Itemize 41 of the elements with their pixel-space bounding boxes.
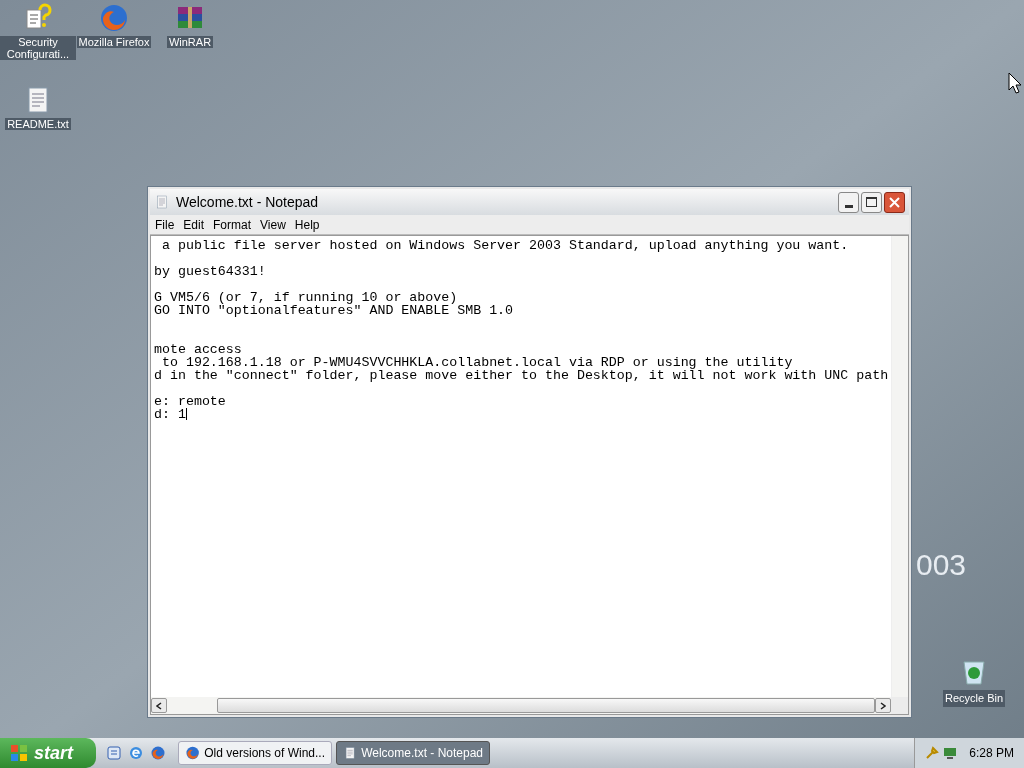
- horizontal-scrollbar[interactable]: [151, 697, 891, 714]
- minimize-icon: [844, 204, 853, 208]
- text-file-icon: [343, 745, 358, 761]
- menu-item[interactable]: File: [155, 215, 175, 234]
- taskbar-button[interactable]: Old versions of Wind...: [178, 741, 332, 765]
- window-title: Welcome.txt - Notepad: [176, 192, 319, 212]
- menu-item[interactable]: View: [260, 215, 286, 234]
- icon-label[interactable]: Security Configurati...: [0, 36, 76, 60]
- scroll-right-button[interactable]: [875, 698, 891, 713]
- globe-fox-icon: [98, 2, 130, 34]
- close-button[interactable]: [884, 191, 905, 213]
- maximize-icon: [866, 197, 877, 207]
- taskbar-button[interactable]: Welcome.txt - Notepad: [336, 741, 490, 765]
- clock[interactable]: 6:28 PM: [969, 744, 1014, 762]
- icon-label[interactable]: Mozilla Firefox: [76, 36, 152, 48]
- scroll-thumb[interactable]: [217, 698, 875, 713]
- scroll-left-button[interactable]: [151, 698, 167, 713]
- mouse-pointer-icon: [1008, 72, 1022, 94]
- text-cursor: [185, 408, 187, 421]
- minimize-button[interactable]: [838, 191, 859, 213]
- close-icon: [889, 196, 900, 208]
- wallpaper-text: 003: [916, 547, 967, 583]
- chevron-right-icon: [880, 701, 886, 710]
- resize-grip[interactable]: [891, 697, 908, 714]
- menu-item[interactable]: Help: [294, 215, 320, 234]
- icon-label[interactable]: Recycle Bin: [942, 690, 1006, 707]
- menu-item[interactable]: Format: [213, 215, 252, 234]
- globe-fox-icon: [185, 745, 201, 761]
- vertical-scrollbar[interactable]: [891, 236, 908, 697]
- icon-label[interactable]: WinRAR: [166, 36, 214, 48]
- menu-item[interactable]: Edit: [183, 215, 205, 234]
- letter-e-globe-icon[interactable]: [128, 745, 144, 761]
- document-text: a public file server hosted on Windows Server 2003 Standard, upload anything you want. by guest64331! G VM5/6 (or 7, if running 10 or above) GO INTO "optionalfeatures" AND ENABLE SMB 1.0 mote access to 192.168.1.18 or P-WMU4SVVCHHKLA.collabnet.local via RDP or using the utility d in the "connect" folder, please move either to the Desktop, it will not work with UNC path e: remote d: 1: [154, 239, 890, 421]
- monitor-icon[interactable]: [943, 746, 957, 760]
- windows-flag-icon: [10, 744, 28, 762]
- icon-label[interactable]: README.txt: [5, 118, 71, 130]
- globe-fox-icon[interactable]: [150, 745, 166, 761]
- maximize-button[interactable]: [861, 191, 882, 213]
- text-file-icon: [154, 194, 170, 210]
- wrench-icon[interactable]: [925, 746, 939, 760]
- chevron-left-icon: [156, 701, 162, 710]
